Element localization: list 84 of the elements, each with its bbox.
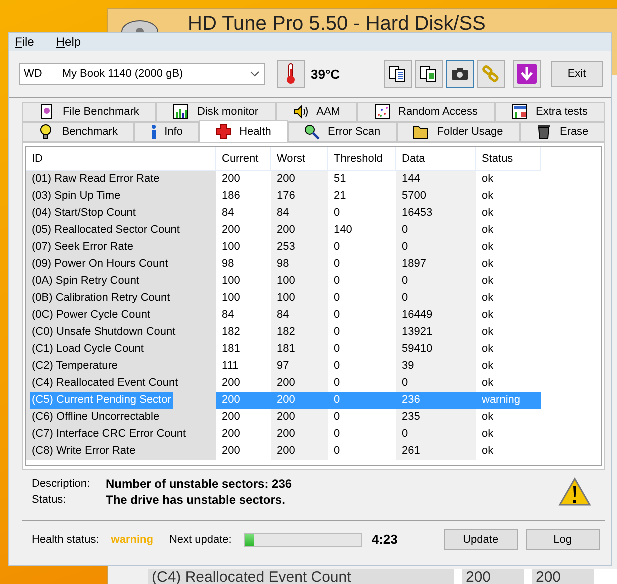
menu-item[interactable]: Help [56,35,82,49]
tab[interactable]: File Benchmark [22,102,156,122]
table-cell: 200 [462,568,524,584]
table-cell[interactable]: 16453 [396,205,476,222]
warning-icon [558,477,592,507]
table-cell[interactable]: 0 [396,273,476,290]
action-button[interactable]: Update [444,529,518,550]
table-cell[interactable]: 200 [271,222,328,239]
document-icon [39,104,56,120]
table-cell[interactable]: 176 [271,188,328,205]
tab[interactable]: Folder Usage [396,122,520,142]
description-label: Description: [32,478,92,490]
caret-icon [250,71,260,77]
table-cell[interactable]: 39 [396,358,476,375]
speaker-icon [292,104,309,120]
table-cell[interactable]: 13921 [396,324,476,341]
table-cell[interactable]: 0 [396,426,476,443]
bar-chart-icon [173,104,190,120]
description-text: Number of unstable sectors: 236 [106,477,294,491]
table-cell[interactable]: 261 [396,443,476,460]
table-cell[interactable]: 84 [271,307,328,324]
table-cell[interactable]: 16449 [396,307,476,324]
table-cell[interactable]: 59410 [396,341,476,358]
tab[interactable]: Extra tests [495,102,605,122]
table-cell[interactable]: 1897 [396,256,476,273]
table-cell[interactable]: 0 [396,290,476,307]
table-cell[interactable]: 97 [271,358,328,375]
info-icon [150,124,157,140]
table-cell[interactable]: 100 [271,273,328,290]
table-cell[interactable]: 235 [396,409,476,426]
scatter-chart-icon [374,104,390,120]
status-label: Status: [32,494,68,506]
toolbar-button[interactable] [415,60,443,88]
tab[interactable]: Disk monitor [156,102,276,122]
tab[interactable]: Benchmark [22,122,134,142]
table-cell[interactable]: 98 [271,256,328,273]
table-cell[interactable]: 200 [271,375,328,392]
table-cell[interactable]: 253 [271,239,328,256]
copy-icon [389,65,407,83]
table-cell[interactable]: 0 [396,239,476,256]
table-cell[interactable]: 5700 [396,188,476,205]
tab[interactable]: Erase [520,122,606,142]
window-title: HD Tune Pro 5.50 - Hard Disk/SS [188,13,486,35]
camera-icon [451,65,469,83]
next-update-label: Next update: [169,534,232,546]
lightbulb-icon [38,124,54,140]
table-cell: 200 [532,568,594,584]
trash-icon [536,124,552,140]
health-status-value: warning [111,534,154,546]
table-cell[interactable]: 200 [271,426,328,443]
tab[interactable]: AAM [276,102,358,122]
status-text: The drive has unstable sectors. [106,493,286,507]
table-cell[interactable]: 200 [271,443,328,460]
health-status-label: Health status: [32,534,100,546]
health-cross-icon [216,124,232,140]
table-cell[interactable]: 181 [271,341,328,358]
table-cell[interactable]: 100 [271,290,328,307]
table-cell[interactable]: 144 [396,171,476,188]
toolbar-button[interactable] [446,60,474,88]
table-cell[interactable]: 0 [396,375,476,392]
chain-icon [482,65,500,83]
table-cell[interactable]: 0 [396,222,476,239]
action-button[interactable]: Log [526,529,600,550]
exit-button[interactable]: Exit [551,61,603,87]
temperature-button[interactable] [277,60,305,88]
table-cell[interactable]: 182 [271,324,328,341]
table-chart-icon [512,104,528,120]
folder-icon [413,124,430,140]
copy-icon [420,65,438,83]
table-cell[interactable]: 200 [271,171,328,188]
tab[interactable]: Error Scan [288,122,397,142]
tab[interactable]: Info [134,122,200,142]
magnifier-icon [304,124,320,140]
tab[interactable]: Health [199,120,288,142]
temperature-reading: 39°C [311,66,340,82]
drive-dropdown[interactable]: WD My Book 1140 (2000 gB) [19,63,265,85]
table-cell[interactable]: 84 [271,205,328,222]
toolbar-button[interactable] [384,60,412,88]
download-icon [516,63,538,85]
countdown-time: 4:23 [372,532,398,547]
thermometer-icon [286,63,296,85]
table-cell[interactable]: 200 [271,409,328,426]
tab[interactable]: Random Access [357,102,495,122]
menu-item[interactable]: File [15,35,34,49]
